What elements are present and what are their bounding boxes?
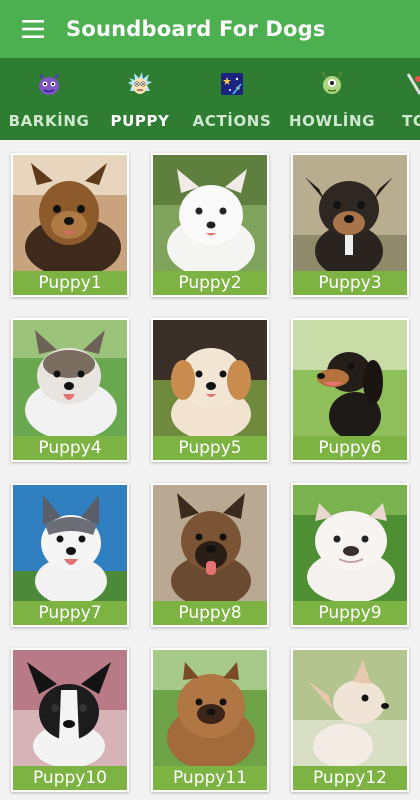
hamburger-menu-icon [22, 20, 44, 38]
tab-label: PUPPY [110, 112, 170, 130]
sound-card-puppy7[interactable]: Puppy7 [11, 483, 129, 627]
sound-card-puppy5[interactable]: Puppy5 [151, 318, 269, 462]
sound-card-puppy11[interactable]: Puppy11 [151, 648, 269, 792]
tab-partial[interactable]: TO [396, 58, 420, 140]
sound-label: Puppy9 [293, 601, 407, 625]
white-fluffy-puppy-photo [153, 155, 267, 271]
german-shepherd-puppy-photo [153, 485, 267, 601]
app-bar: Soundboard For Dogs [0, 0, 420, 58]
stars-picture-icon [221, 73, 243, 95]
sound-card-puppy8[interactable]: Puppy8 [151, 483, 269, 627]
sound-card-puppy12[interactable]: Puppy12 [291, 648, 409, 792]
black-brown-puppy-photo [293, 155, 407, 271]
menu-button[interactable] [0, 0, 66, 58]
pomeranian-puppy-photo [153, 650, 267, 766]
sound-label: Puppy4 [13, 436, 127, 460]
sound-label: Puppy1 [13, 271, 127, 295]
chihuahua-puppy-photo [293, 650, 407, 766]
tab-label: TO [402, 112, 420, 130]
sound-label: Puppy2 [153, 271, 267, 295]
tab-actions[interactable]: ACTİONS [190, 58, 274, 140]
tab-puppy[interactable]: PUPPY [98, 58, 182, 140]
husky-mix-puppy-on-grass-photo [13, 320, 127, 436]
category-tabs: BARKİNG PUPPY ACTİONS HOWLİNG TO [0, 58, 420, 140]
sound-card-puppy3[interactable]: Puppy3 [291, 153, 409, 297]
sound-label: Puppy5 [153, 436, 267, 460]
monster-icon [39, 73, 59, 95]
sound-card-puppy9[interactable]: Puppy9 [291, 483, 409, 627]
sound-label: Puppy11 [153, 766, 267, 790]
tab-label: HOWLİNG [288, 112, 376, 130]
cavapoo-puppy-photo [153, 320, 267, 436]
sound-card-puppy4[interactable]: Puppy4 [11, 318, 129, 462]
sound-label: Puppy6 [293, 436, 407, 460]
husky-puppy-blue-sky-photo [13, 485, 127, 601]
white-bulldog-puppy-photo [293, 485, 407, 601]
french-bulldog-puppy-photo [13, 650, 127, 766]
partial-tab-icon [406, 73, 420, 95]
app-title: Soundboard For Dogs [66, 17, 326, 41]
sound-card-puppy6[interactable]: Puppy6 [291, 318, 409, 462]
sound-card-puppy2[interactable]: Puppy2 [151, 153, 269, 297]
dachshund-puppy-photo [293, 320, 407, 436]
tab-howling[interactable]: HOWLİNG [288, 58, 376, 140]
sound-label: Puppy7 [13, 601, 127, 625]
tab-barking[interactable]: BARKİNG [8, 58, 90, 140]
sound-label: Puppy12 [293, 766, 407, 790]
sound-card-puppy10[interactable]: Puppy10 [11, 648, 129, 792]
yorkshire-terrier-puppy-photo [13, 155, 127, 271]
alien-icon [321, 71, 343, 94]
sound-card-puppy1[interactable]: Puppy1 [11, 153, 129, 297]
rick-face-icon [128, 72, 152, 94]
tab-label: ACTİONS [192, 112, 272, 130]
sound-label: Puppy8 [153, 601, 267, 625]
sound-grid: Puppy1 Puppy2 Puppy3 Puppy4 Puppy5 Puppy… [0, 140, 420, 800]
sound-label: Puppy10 [13, 766, 127, 790]
sound-label: Puppy3 [293, 271, 407, 295]
tab-label: BARKİNG [8, 112, 90, 130]
